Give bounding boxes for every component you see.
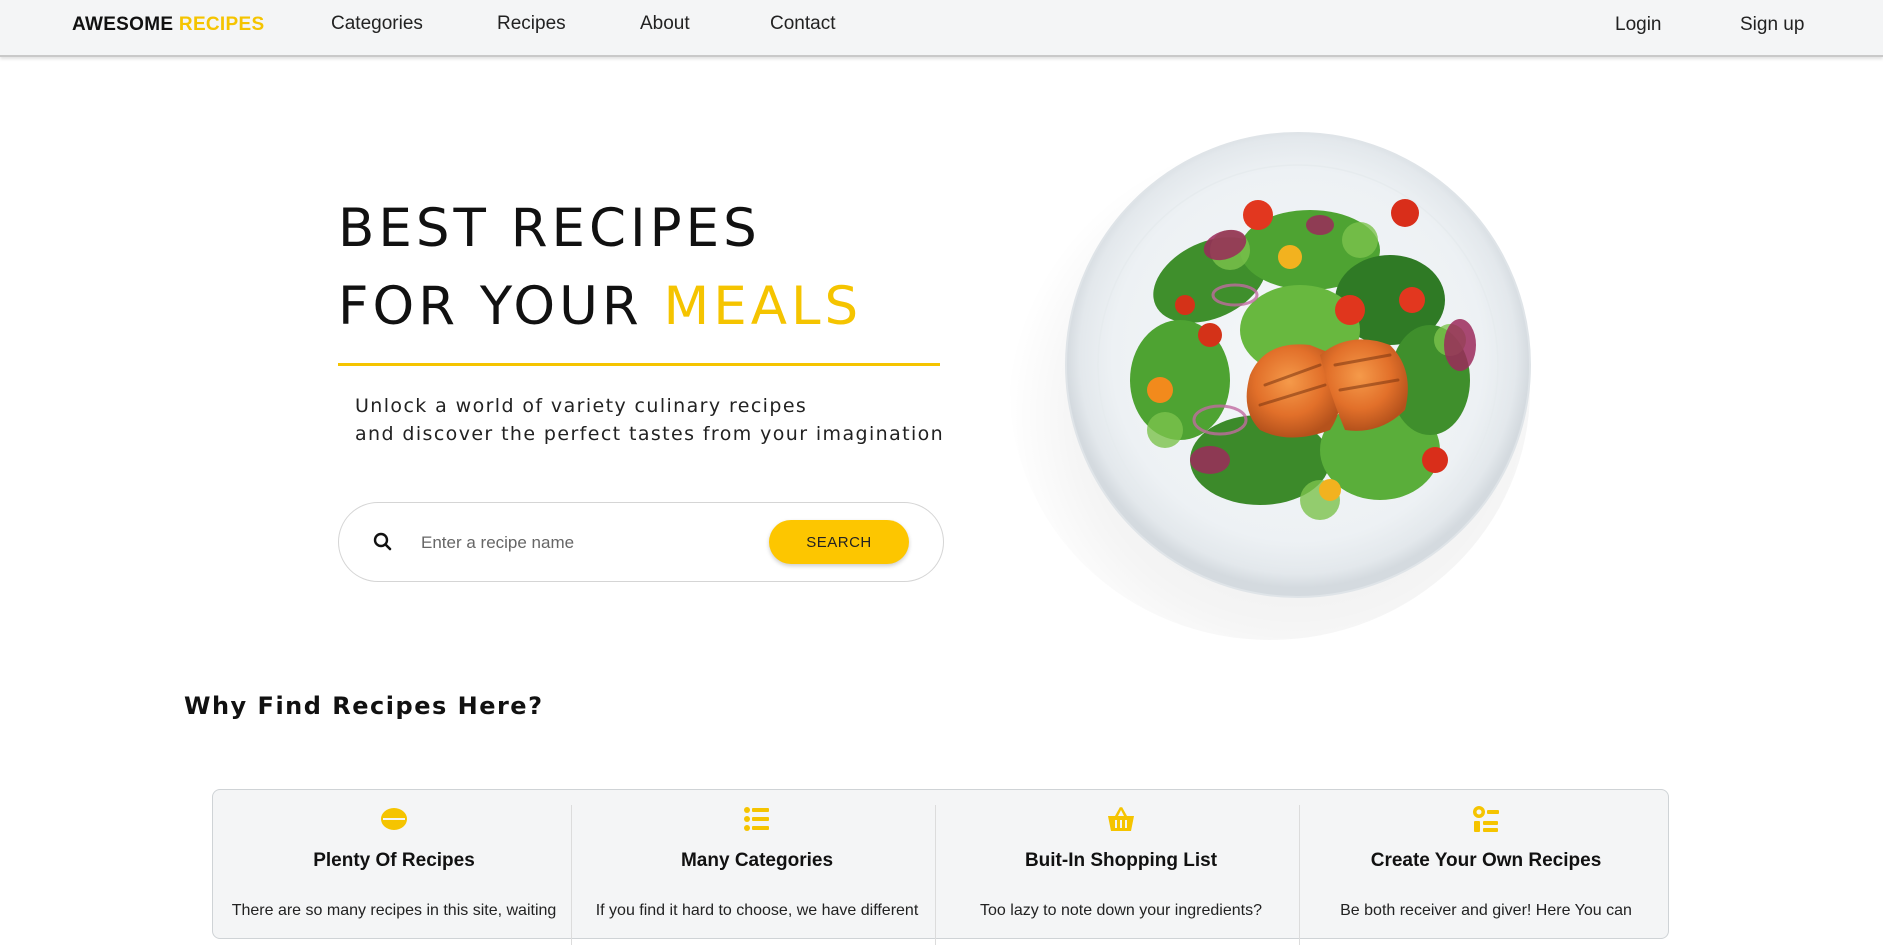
- login-link[interactable]: Login: [1615, 14, 1662, 36]
- list-icon: [744, 807, 769, 831]
- feature-title: Plenty Of Recipes: [313, 850, 475, 871]
- search-icon: [373, 532, 392, 551]
- feature-card-create: Create Your Own Recipes Be both receiver…: [1303, 790, 1669, 940]
- search-button[interactable]: SEARCH: [769, 520, 909, 564]
- hero-title: BEST RECIPES FOR YOUR MEALS: [338, 190, 862, 346]
- nav-link-categories[interactable]: Categories: [331, 13, 423, 35]
- feature-divider: [935, 805, 936, 945]
- feature-text: Too lazy to note down your ingredients?: [980, 902, 1262, 919]
- search-input[interactable]: [421, 523, 761, 563]
- hero-subtitle-line2: and discover the perfect tastes from you…: [355, 423, 945, 445]
- hero-title-line2-prefix: FOR YOUR: [338, 276, 664, 337]
- navbar: AWESOME RECIPES Categories Recipes About…: [0, 0, 1883, 57]
- feature-title: Many Categories: [680, 850, 834, 871]
- salmon-salad-image: [1065, 132, 1531, 598]
- recipe-tools-icon: [1473, 806, 1499, 832]
- features-panel: Plenty Of Recipes There are so many reci…: [212, 789, 1669, 945]
- search-bar: SEARCH: [338, 502, 944, 582]
- feature-divider: [1299, 805, 1300, 945]
- nav-link-about[interactable]: About: [640, 13, 690, 35]
- signup-link[interactable]: Sign up: [1740, 14, 1804, 36]
- hero-title-line1: BEST RECIPES: [338, 198, 761, 259]
- brand-name: AWESOME: [72, 14, 179, 35]
- nav-link-recipes[interactable]: Recipes: [497, 13, 566, 35]
- hero-subtitle-line1: Unlock a world of variety culinary recip…: [355, 395, 808, 417]
- bowl-icon: [381, 808, 407, 830]
- feature-text: Be both receiver and giver! Here You can: [1340, 902, 1632, 919]
- feature-title: Buit-In Shopping List: [1024, 850, 1218, 871]
- hero-divider: [338, 363, 940, 366]
- feature-text: There are so many recipes in this site, …: [231, 902, 557, 919]
- section-title: Why Find Recipes Here?: [184, 692, 544, 720]
- feature-card-plenty: Plenty Of Recipes There are so many reci…: [213, 790, 575, 940]
- basket-icon: [1108, 807, 1134, 831]
- feature-card-shopping-list: Buit-In Shopping List Too lazy to note d…: [939, 790, 1303, 940]
- feature-card-categories: Many Categories If you find it hard to c…: [575, 790, 939, 940]
- nav-link-contact[interactable]: Contact: [770, 13, 835, 35]
- feature-text: If you find it hard to choose, we have d…: [595, 902, 919, 919]
- feature-divider: [571, 805, 572, 945]
- hero-title-accent: MEALS: [663, 276, 863, 337]
- hero-title-line2: FOR YOUR MEALS: [338, 268, 862, 346]
- hero-subtitle: Unlock a world of variety culinary recip…: [355, 392, 944, 448]
- feature-title: Create Your Own Recipes: [1370, 850, 1602, 871]
- brand-logo[interactable]: AWESOME RECIPES: [72, 14, 264, 36]
- brand-name-accent: RECIPES: [178, 14, 265, 35]
